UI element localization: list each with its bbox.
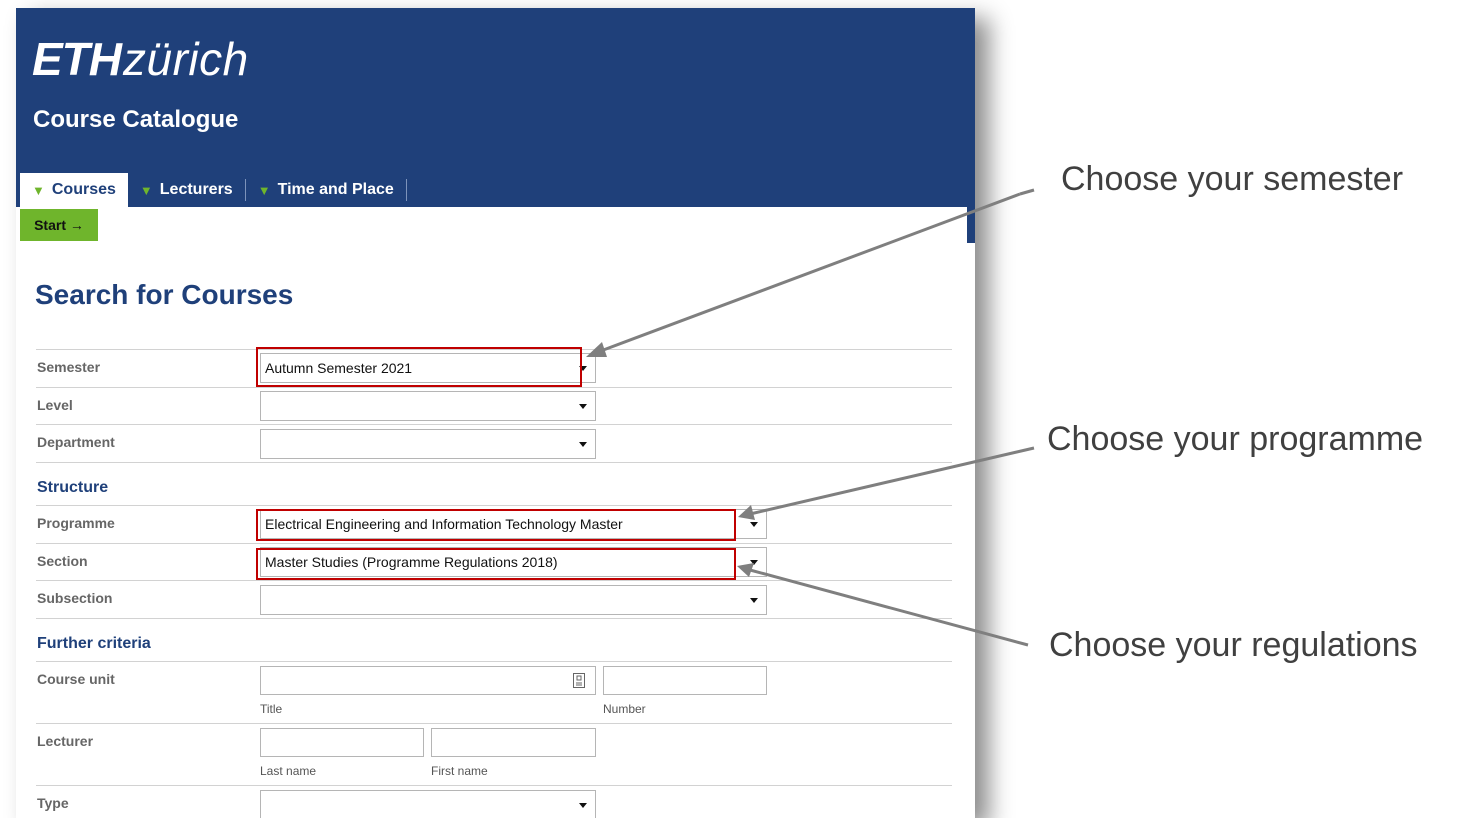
- annotation-arrows: [586, 188, 1035, 647]
- callout-semester: Choose your semester: [1061, 160, 1404, 198]
- regulations-arrow-line: [749, 568, 1029, 647]
- semester-arrow-tail: [1019, 188, 1035, 196]
- callout-regulations: Choose your regulations: [1049, 626, 1418, 664]
- semester-arrowhead: [586, 342, 607, 357]
- programme-arrowhead: [738, 505, 755, 520]
- regulations-arrowhead: [737, 563, 754, 577]
- callout-programme: Choose your programme: [1047, 420, 1424, 458]
- semester-arrow-line: [597, 192, 1021, 354]
- programme-arrow-line: [749, 446, 1035, 516]
